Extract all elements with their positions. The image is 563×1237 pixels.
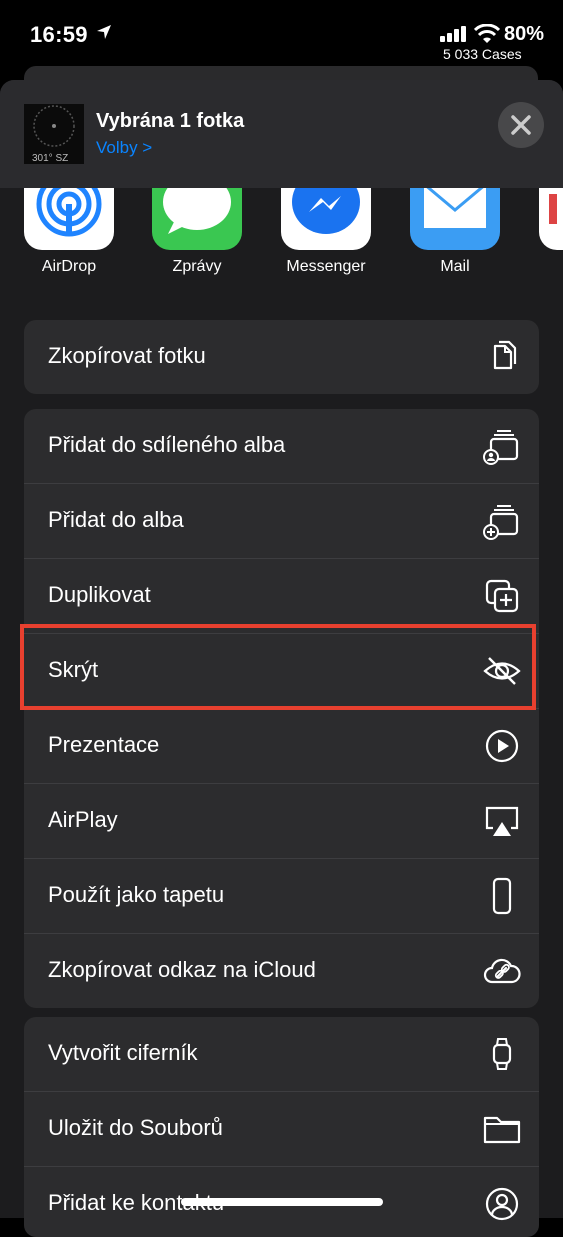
phone-icon	[492, 877, 512, 915]
options-link[interactable]: Volby >	[96, 138, 152, 158]
cellular-signal-icon	[440, 26, 466, 42]
wifi-icon	[474, 24, 500, 43]
location-arrow-icon	[97, 25, 111, 39]
action-airplay[interactable]: AirPlay	[24, 784, 539, 859]
folder-icon	[483, 1116, 521, 1144]
battery-percentage: 80%	[504, 23, 545, 45]
action-label: Zkopírovat odkaz na iCloud	[48, 957, 316, 982]
app-messenger[interactable]: Messenger	[276, 188, 376, 276]
shared-album-icon	[483, 430, 519, 465]
app-label: Zprávy	[172, 258, 222, 275]
copy-icon	[493, 340, 517, 370]
app-mail[interactable]: Mail	[405, 188, 505, 276]
messages-icon	[152, 188, 242, 250]
duplicate-icon	[485, 579, 519, 613]
action-duplicate[interactable]: Duplikovat	[24, 559, 539, 634]
app-partial-icon	[539, 188, 563, 250]
app-more-partial[interactable]	[534, 188, 563, 250]
action-label: Prezentace	[48, 732, 160, 757]
action-copy-photo[interactable]: Zkopírovat fotku	[24, 320, 539, 394]
app-airdrop[interactable]: AirDrop	[19, 188, 119, 276]
airdrop-icon	[24, 188, 114, 250]
action-group-copy: Zkopírovat fotku	[24, 320, 539, 394]
status-bar: 16:59 80% 5 033 Cases	[0, 0, 563, 64]
action-copy-icloud-link[interactable]: Zkopírovat odkaz na iCloud	[24, 934, 539, 1008]
airplay-icon	[485, 806, 519, 836]
mail-icon	[410, 188, 500, 250]
action-slideshow[interactable]: Prezentace	[24, 709, 539, 784]
close-icon	[511, 115, 531, 135]
status-time: 16:59	[30, 22, 88, 47]
photo-thumbnail: 301° SZ	[24, 104, 84, 164]
app-label: AirDrop	[41, 258, 97, 275]
selection-title: Vybrána 1 fotka	[96, 110, 245, 132]
action-label: Použít jako tapetu	[48, 882, 225, 907]
home-indicator[interactable]	[181, 1198, 383, 1206]
action-label: Přidat do sdíleného alba	[48, 432, 286, 457]
app-label: Mail	[440, 258, 470, 275]
close-button[interactable]	[498, 102, 544, 148]
add-album-icon	[483, 505, 519, 540]
thumbnail-caption: 301° SZ	[32, 153, 69, 164]
action-label: Duplikovat	[48, 582, 151, 607]
app-messages[interactable]: Zprávy	[147, 188, 247, 276]
highlight-box	[20, 624, 536, 710]
action-save-to-files[interactable]: Uložit do Souborů	[24, 1092, 539, 1167]
action-use-as-wallpaper[interactable]: Použít jako tapetu	[24, 859, 539, 934]
action-add-shared-album[interactable]: Přidat do sdíleného alba	[24, 409, 539, 484]
action-label: AirPlay	[48, 807, 118, 832]
app-share-row: AirDrop Zprávy Messenger Mail	[0, 188, 563, 298]
action-label: Přidat do alba	[48, 507, 184, 532]
app-label: Messenger	[286, 258, 366, 275]
play-icon	[485, 729, 519, 763]
messenger-icon	[281, 188, 371, 250]
watch-icon	[492, 1038, 512, 1070]
carrier-info: 5 033 Cases	[443, 46, 522, 62]
action-label: Vytvořit ciferník	[48, 1040, 198, 1065]
action-create-watch-face[interactable]: Vytvořit ciferník	[24, 1017, 539, 1092]
contact-icon	[485, 1187, 519, 1221]
action-label: Uložit do Souborů	[48, 1115, 223, 1140]
action-label: Zkopírovat fotku	[48, 343, 206, 368]
icloud-link-icon	[483, 958, 521, 984]
action-add-album[interactable]: Přidat do alba	[24, 484, 539, 559]
share-header: 301° SZ Vybrána 1 fotka Volby >	[0, 80, 563, 188]
